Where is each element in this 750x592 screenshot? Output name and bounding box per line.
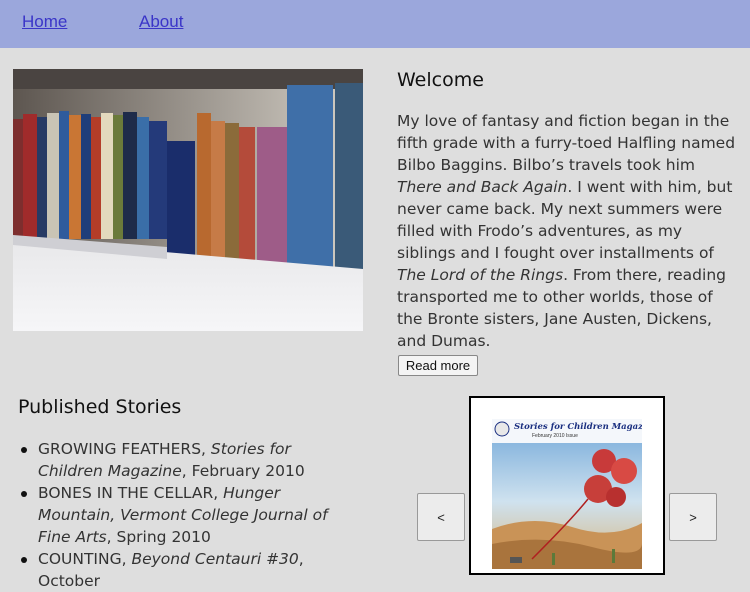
story-venue: Beyond Centauri #30 <box>131 550 299 568</box>
top-nav: Home About <box>0 0 750 48</box>
read-more-button[interactable]: Read more <box>398 355 478 376</box>
carousel-next-button[interactable]: > <box>669 493 717 541</box>
magazine-cover-image[interactable]: Stories for Children Magazine February 2… <box>492 419 642 569</box>
welcome-heading: Welcome <box>397 69 484 91</box>
welcome-paragraph: My love of fantasy and fiction began in … <box>397 110 742 352</box>
story-date: , February 2010 <box>181 462 305 480</box>
nav-about-link[interactable]: About <box>139 12 183 32</box>
cover-title: Stories for Children Magazine <box>514 422 642 432</box>
story-title: GROWING FEATHERS, <box>38 440 211 458</box>
story-title: BONES IN THE CELLAR, <box>38 484 224 502</box>
list-item: COUNTING, Beyond Centauri #30, October <box>21 548 358 592</box>
welcome-italic-2: The Lord of the Rings <box>397 266 564 284</box>
story-title: COUNTING, <box>38 550 132 568</box>
carousel-frame: Stories for Children Magazine February 2… <box>469 396 665 575</box>
stories-list: GROWING FEATHERS, Stories for Children M… <box>0 438 418 592</box>
carousel-prev-button[interactable]: < <box>417 493 465 541</box>
published-stories-heading: Published Stories <box>18 396 182 418</box>
story-date: , Spring 2010 <box>106 528 211 546</box>
nav-home-link[interactable]: Home <box>22 12 67 32</box>
list-item: BONES IN THE CELLAR, Hunger Mountain, Ve… <box>21 482 358 548</box>
welcome-text-part-1: My love of fantasy and fiction began in … <box>397 112 736 174</box>
bookshelf-photo <box>13 69 363 331</box>
cover-subtitle: February 2010 Issue <box>532 433 578 439</box>
welcome-italic-1: There and Back Again <box>397 178 568 196</box>
list-item: GROWING FEATHERS, Stories for Children M… <box>21 438 358 482</box>
